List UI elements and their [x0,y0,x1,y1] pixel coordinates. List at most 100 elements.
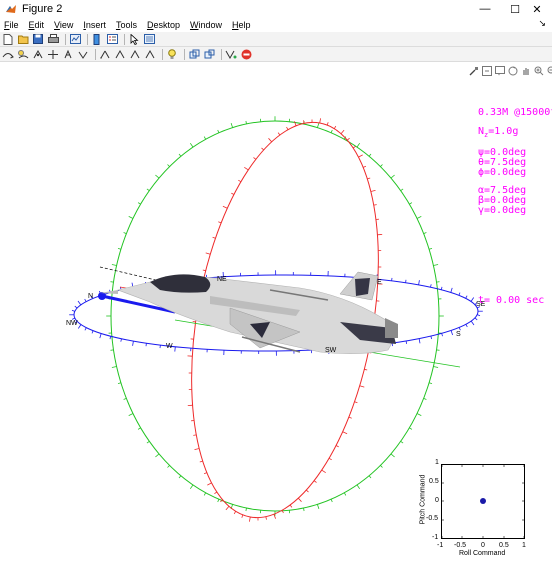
menu-view[interactable]: View [54,20,73,30]
green-ring-tick [217,129,220,133]
figure-toolbar [0,32,552,47]
red-ring-tick [193,434,197,436]
inset-xtick--0.5: -0.5 [454,542,467,549]
rotate-axes-icon[interactable] [507,66,518,77]
red-ring-tick [319,118,321,124]
green-ring-tick [189,484,194,490]
green-ring-tick [128,413,134,416]
green-ring-tick [146,440,150,444]
green-ring-tick [155,174,160,179]
stop-icon[interactable] [240,48,252,60]
blue-ring-tick [441,333,443,337]
green-ring-tick [111,366,117,368]
zoom-out-axes-icon[interactable] [546,66,552,77]
link-plot-icon[interactable] [69,33,81,45]
zoom-camera-icon[interactable] [62,48,74,60]
menu-edit[interactable]: Edit [29,20,45,30]
red-ring-tick [207,482,212,486]
phi-readout: ϕ=0.0deg [478,167,527,178]
green-ring-tick [189,142,194,148]
blue-ring-tick [458,327,461,331]
compass-label-n: N [88,293,93,300]
red-ring-tick [214,491,218,495]
blue-ring-tick [470,320,475,326]
insert-legend-icon[interactable] [106,33,118,45]
aircraft-model [100,271,398,354]
pan-tilt-camera-icon[interactable] [32,48,44,60]
print-icon[interactable] [47,33,59,45]
save-icon[interactable] [32,33,44,45]
property-inspector-icon[interactable] [143,33,155,45]
blue-ring-tick [440,286,443,290]
menu-desktop[interactable]: Desktop [147,20,180,30]
red-ring-tick [249,516,251,522]
export-axes-icon[interactable] [481,66,492,77]
red-ring-tick [326,122,329,126]
green-ring-tick [317,122,320,128]
green-ring-tick [400,440,404,444]
green-ring-tick [123,232,127,234]
mach-altitude-readout: 0.33M @15000ft [478,107,552,118]
compass-label-ne: NE [217,276,227,283]
orbit-scene-light-icon[interactable] [17,48,29,60]
red-ring-tick [342,431,348,435]
green-ring-tick [203,136,207,140]
axes-toolbar [468,64,552,78]
red-ring-tick [348,416,352,419]
menu-insert[interactable]: Insert [83,20,106,30]
red-ring-tick [238,179,242,183]
menu-tools[interactable]: Tools [116,20,137,30]
red-ring-tick [289,504,293,508]
data-tips-icon[interactable] [494,66,505,77]
principal-axis-x-icon[interactable]: x [99,48,111,60]
projection-perspective-icon[interactable] [203,48,215,60]
dock-figure-icon[interactable]: ↘ [538,18,546,29]
inset-ytick--1: -1 [432,534,439,541]
command-inset-plot[interactable] [441,464,525,539]
pointer-arrow-icon[interactable] [128,33,140,45]
new-figure-icon[interactable] [2,33,14,45]
light-bulb-icon[interactable] [166,48,178,60]
reset-camera-icon[interactable] [225,48,237,60]
red-ring-tick [212,236,216,239]
red-ring-tick [347,137,350,141]
toolbar-separator [184,48,185,60]
compass-label-nw: NW [66,320,78,327]
projection-orthographic-icon[interactable] [188,48,200,60]
orbit-camera-icon[interactable] [2,48,14,60]
blue-ring-tick [174,346,176,352]
green-ring-tick [111,264,117,266]
menu-bar: File Edit View Insert Tools Desktop Wind… [0,18,552,32]
toolbar-separator [65,33,66,45]
principal-axis-none-icon[interactable] [144,48,156,60]
red-ring-tick [321,469,326,474]
zoom-in-axes-icon[interactable] [533,66,544,77]
green-ring-tick [409,202,413,205]
red-ring-tick [286,126,289,130]
green-ring-tick [137,427,141,430]
brush-axes-icon[interactable] [468,66,479,77]
roll-camera-icon[interactable] [77,48,89,60]
insert-colorbar-icon[interactable] [91,33,103,45]
principal-axis-y-icon[interactable] [114,48,126,60]
red-ring-tick [253,157,257,160]
red-ring-tick [358,154,363,158]
open-file-icon[interactable] [17,33,29,45]
minimize-button[interactable]: — [470,0,500,18]
pan-axes-icon[interactable] [520,66,531,77]
red-ring-tick [202,269,206,272]
green-ring-tick [428,382,433,384]
move-camera-icon[interactable] [47,48,59,60]
menu-file[interactable]: File [4,20,19,30]
red-ring-tick [205,252,211,255]
blue-ring-tick [430,284,432,288]
green-ring-tick [167,465,170,468]
red-ring-tick [231,192,235,195]
red-ring-tick [298,497,302,502]
menu-help[interactable]: Help [232,20,251,30]
menu-window[interactable]: Window [190,20,222,30]
principal-axis-z-icon[interactable] [129,48,141,60]
red-ring-tick [354,401,358,404]
blue-ring-tick [84,327,87,331]
close-button[interactable]: ✕ [522,0,552,18]
